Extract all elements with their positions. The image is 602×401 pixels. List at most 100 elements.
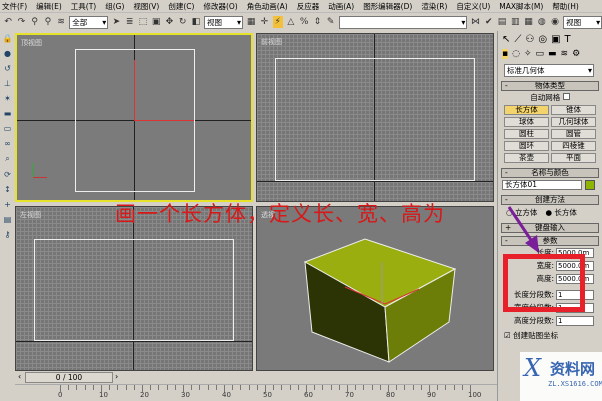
box-radio[interactable]: ● 长方体 — [545, 207, 576, 218]
selection-filter-dropdown[interactable]: 全部 — [69, 15, 109, 29]
sphere-icon[interactable]: ● — [4, 49, 11, 58]
box-outline[interactable] — [34, 239, 234, 341]
coord-system-dropdown[interactable]: 视图 — [204, 15, 243, 29]
mapping-checkbox[interactable]: ☑ 创建贴图坐标 — [498, 327, 602, 344]
render-scene-icon[interactable]: ◉ — [550, 16, 560, 28]
next-frame-button[interactable]: › — [115, 372, 118, 381]
menu-item[interactable]: 图形编辑器(D) — [363, 1, 412, 12]
align-icon[interactable]: ✔ — [484, 16, 494, 28]
display-icon[interactable]: ▤ — [4, 215, 12, 224]
move-icon[interactable]: ↕ — [4, 185, 11, 194]
scale-icon[interactable]: ◧ — [191, 16, 201, 28]
autogrid-checkbox[interactable] — [562, 93, 570, 100]
object-type-button[interactable]: 圆环 — [504, 141, 549, 151]
menu-item[interactable]: 编辑(E) — [36, 1, 62, 12]
menu-item[interactable]: 视图(V) — [133, 1, 159, 12]
box-outline[interactable] — [275, 58, 475, 181]
menu-item[interactable]: 修改器(O) — [203, 1, 237, 12]
percent-snap-icon[interactable]: % — [299, 16, 309, 28]
object-color-swatch[interactable] — [585, 180, 595, 190]
object-type-button[interactable]: 圆管 — [551, 129, 596, 139]
hierarchy-tab-icon[interactable]: ⚇ — [525, 34, 534, 45]
render-view-dropdown[interactable]: 视图 — [563, 15, 602, 29]
prev-frame-button[interactable]: ‹ — [18, 372, 21, 381]
lock-icon[interactable]: 🔒 — [3, 34, 13, 43]
angle-snap-icon[interactable]: △ — [286, 16, 296, 28]
menu-item[interactable]: 自定义(U) — [456, 1, 490, 12]
rotate-icon[interactable]: ↻ — [178, 16, 188, 28]
pivot-icon[interactable]: ▦ — [246, 16, 256, 28]
utilities-tab-icon[interactable]: T — [565, 34, 571, 45]
menu-item[interactable]: 帮助(H) — [552, 1, 579, 12]
lights-icon[interactable]: ✧ — [524, 49, 532, 59]
menu-item[interactable]: 文件(F) — [2, 1, 27, 12]
curve-editor-icon[interactable]: ▥ — [510, 16, 520, 28]
bone-icon[interactable]: ✶ — [4, 94, 11, 103]
select-icon[interactable]: ➤ — [111, 16, 121, 28]
object-type-button[interactable]: 锥体 — [551, 105, 596, 115]
viewport-perspective[interactable]: 透视 — [256, 206, 494, 371]
plus-icon[interactable]: + — [4, 200, 11, 209]
cameras-icon[interactable]: ▭ — [536, 49, 545, 59]
motion-tab-icon[interactable]: ◎ — [538, 34, 547, 45]
display-tab-icon[interactable]: ▣ — [551, 34, 560, 45]
material-editor-icon[interactable]: ◍ — [537, 16, 547, 28]
select-by-name-icon[interactable]: ≣ — [125, 16, 135, 28]
layer-manager-icon[interactable]: ▤ — [497, 16, 507, 28]
time-slider[interactable]: 0 / 100 — [25, 372, 113, 383]
named-selection-dropdown[interactable] — [338, 15, 468, 29]
name-color-rollout[interactable]: - 名称与颜色 — [501, 168, 599, 178]
object-name-input[interactable]: 长方体01 — [502, 180, 582, 190]
link-icon[interactable]: ∞ — [4, 139, 11, 148]
unlink-icon[interactable]: ⚲ — [43, 16, 53, 28]
object-type-button[interactable]: 平面 — [551, 153, 596, 163]
schematic-view-icon[interactable]: ▦ — [523, 16, 533, 28]
menu-item[interactable]: 渲染(R) — [421, 1, 447, 12]
gizmo-y-axis[interactable] — [134, 60, 135, 120]
creation-method-rollout[interactable]: - 创建方法 — [501, 195, 599, 205]
snap-icon[interactable]: ⚡ — [272, 16, 283, 28]
object-type-rollout[interactable]: - 物体类型 — [501, 81, 599, 91]
menu-item[interactable]: 创建(C) — [168, 1, 194, 12]
create-tab-icon[interactable]: ↖ — [502, 34, 510, 45]
object-type-button[interactable]: 圆柱 — [504, 129, 549, 139]
object-type-button[interactable]: 球体 — [504, 117, 549, 127]
window-crossing-icon[interactable]: ▣ — [151, 16, 161, 28]
viewport-left[interactable]: 左视图 — [15, 206, 253, 371]
track-bar[interactable]: 0 10 20 30 40 50 60 70 80 90 100 — [15, 384, 497, 401]
bind-space-warp-icon[interactable]: ≋ — [56, 16, 66, 28]
manipulate-icon[interactable]: ✛ — [259, 16, 269, 28]
box-icon[interactable]: ▭ — [4, 124, 12, 133]
category-dropdown[interactable]: 标准几何体 — [504, 64, 594, 77]
zoom-icon[interactable]: ⌕ — [5, 154, 9, 164]
rotate-icon[interactable]: ⟳ — [4, 170, 11, 179]
menu-item[interactable]: 组(G) — [105, 1, 124, 12]
geometry-icon[interactable]: ▪ — [502, 49, 509, 59]
link-icon[interactable]: ⚲ — [30, 16, 40, 28]
menu-item[interactable]: 工具(T) — [71, 1, 96, 12]
viewport-top[interactable]: 顶视图 — [15, 33, 253, 202]
gizmo-x-axis[interactable] — [134, 120, 194, 121]
spinner-snap-icon[interactable]: ⇕ — [312, 16, 322, 28]
box-3d[interactable] — [257, 207, 494, 371]
redo-icon[interactable]: ↷ — [16, 16, 26, 28]
object-type-button[interactable]: 茶壶 — [504, 153, 549, 163]
key-icon[interactable]: ⚷ — [5, 230, 11, 239]
move-icon[interactable]: ✥ — [164, 16, 174, 28]
menu-item[interactable]: 反应器 — [297, 1, 320, 12]
helpers-icon[interactable]: ▬ — [548, 49, 557, 59]
undo-icon[interactable]: ↶ — [3, 16, 13, 28]
height-segs-input[interactable]: 1 — [556, 315, 594, 326]
menu-item[interactable]: 角色动画(A) — [247, 1, 288, 12]
systems-icon[interactable]: ⚙ — [572, 49, 580, 59]
region-select-icon[interactable]: ⬚ — [138, 16, 148, 28]
axis-icon[interactable]: ⊥ — [4, 79, 11, 88]
menu-item[interactable]: MAX脚本(M) — [499, 1, 543, 12]
shapes-icon[interactable]: ◌ — [512, 49, 520, 59]
orbit-icon[interactable]: ↺ — [4, 64, 11, 73]
viewport-front[interactable]: 前视图 — [256, 33, 494, 202]
modify-tab-icon[interactable]: ⟋ — [514, 34, 521, 45]
spacewarps-icon[interactable]: ≋ — [561, 49, 569, 59]
mirror-icon[interactable]: ⋈ — [470, 16, 480, 28]
object-type-button[interactable]: 四棱锥 — [551, 141, 596, 151]
